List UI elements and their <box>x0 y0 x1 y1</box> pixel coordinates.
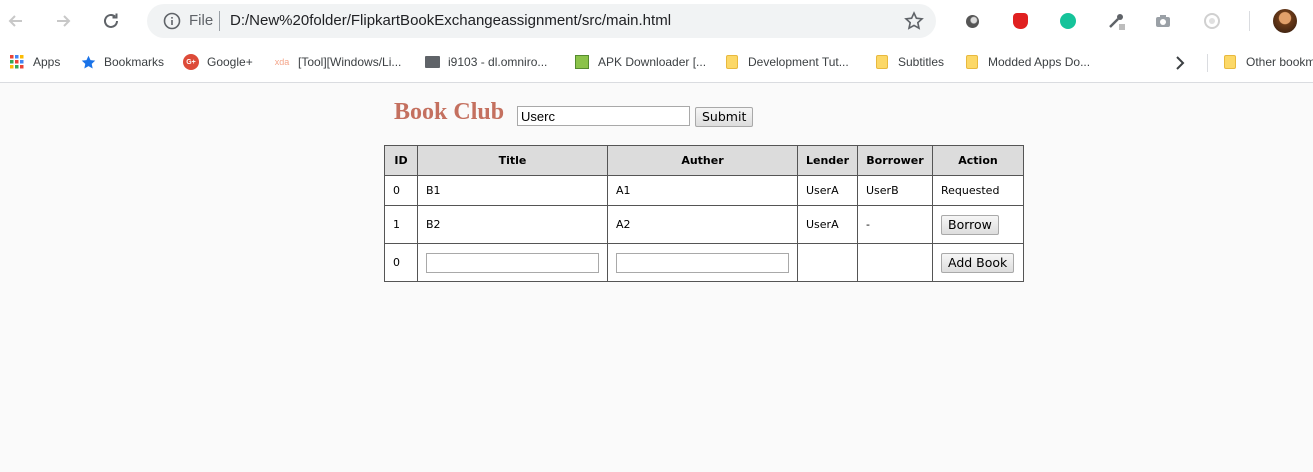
forward-button[interactable] <box>51 9 75 33</box>
xda-icon: xda <box>274 57 290 67</box>
cell-title: B2 <box>417 205 608 244</box>
camera-icon <box>1156 15 1170 27</box>
bookmark-modded-apps[interactable]: Modded Apps Do... <box>964 52 1090 72</box>
circle-extension-icon <box>965 14 979 28</box>
cell-borrower: - <box>857 205 933 244</box>
bookmark-label: Other bookm <box>1246 55 1313 69</box>
browser-toolbar: File D:/New%20folder/FlipkartBookExchang… <box>0 0 1313 42</box>
column-header-id: ID <box>384 145 418 176</box>
bookmark-label: Modded Apps Do... <box>988 55 1091 69</box>
column-header-action: Action <box>932 145 1024 176</box>
arrow-right-icon <box>57 15 71 27</box>
folder-icon <box>964 54 980 70</box>
bookmark-label: Bookmarks <box>104 55 165 69</box>
new-author-input[interactable] <box>616 252 789 273</box>
column-header-borrower: Borrower <box>857 145 933 176</box>
table-row: 0 B1 A1 UserA UserB Requested <box>384 175 1024 206</box>
add-book-row: 0 Add Book <box>384 243 1024 282</box>
bookmarks-bar: Apps Bookmarks G+ Google+ xda [Tool][Win… <box>0 42 1313 83</box>
url-separator <box>219 11 220 31</box>
cell-id: 0 <box>384 175 418 206</box>
profile-avatar[interactable] <box>1273 9 1297 33</box>
bookmark-label: APK Downloader [... <box>598 55 707 69</box>
bookmark-label: Google+ <box>207 55 253 69</box>
bookmark-development-tut[interactable]: Development Tut... <box>724 52 849 72</box>
bookmark-label: Apps <box>33 55 61 69</box>
page-title: Book Club <box>394 99 505 125</box>
bookmark-bookmarks[interactable]: Bookmarks <box>80 52 164 72</box>
column-header-author: Auther <box>607 145 798 176</box>
cell-title-input <box>417 243 608 282</box>
extension-button-3[interactable] <box>1058 11 1078 31</box>
toolbar-separator <box>1249 11 1250 31</box>
eyedropper-icon <box>1109 14 1125 30</box>
reload-icon <box>104 13 118 28</box>
books-table: ID Title Auther Lender Borrower Action 0… <box>384 145 1024 282</box>
table-row: 1 B2 A2 UserA - Borrow <box>384 205 1024 244</box>
bookmark-label: [Tool][Windows/Li... <box>298 55 402 69</box>
borrow-button[interactable]: Borrow <box>941 214 999 235</box>
bookmark-label: Subtitles <box>898 55 945 69</box>
new-title-input[interactable] <box>426 252 599 273</box>
adblock-icon <box>1012 13 1028 29</box>
bookmark-apk-downloader[interactable]: APK Downloader [... <box>574 52 706 72</box>
url-text[interactable]: D:/New%20folder/FlipkartBookExchangeassi… <box>230 12 671 29</box>
page-content: Book Club Submit ID Title Auther Lender … <box>0 83 1313 472</box>
cell-title: B1 <box>417 175 608 206</box>
bookmark-i9103[interactable]: i9103 - dl.omniro... <box>424 52 547 72</box>
table-header-row: ID Title Auther Lender Borrower Action <box>384 145 1024 176</box>
folder-icon <box>874 54 890 70</box>
cell-author-input <box>607 243 798 282</box>
column-header-title: Title <box>417 145 608 176</box>
bookmarks-separator <box>1207 54 1208 72</box>
folder-dark-icon <box>424 54 440 70</box>
cell-lender-empty <box>797 243 858 282</box>
cell-id: 1 <box>384 205 418 244</box>
address-bar[interactable]: File D:/New%20folder/FlipkartBookExchang… <box>147 4 936 38</box>
back-button[interactable] <box>4 9 28 33</box>
extension-button-2[interactable] <box>1010 11 1030 31</box>
cell-action-status: Requested <box>932 175 1024 206</box>
extension-button-5[interactable] <box>1153 11 1173 31</box>
cell-author: A1 <box>607 175 798 206</box>
cell-author: A2 <box>607 205 798 244</box>
cell-borrower-empty <box>857 243 933 282</box>
grammarly-icon <box>1060 13 1076 29</box>
bookmark-other-bookmarks[interactable]: Other bookm <box>1222 52 1313 72</box>
bookmark-label: Development Tut... <box>748 55 849 69</box>
bookmark-xda-tool[interactable]: xda [Tool][Windows/Li... <box>272 52 402 72</box>
apps-grid-icon <box>9 54 25 70</box>
bookmark-google-plus[interactable]: G+ Google+ <box>183 52 253 72</box>
cell-action: Borrow <box>932 205 1024 244</box>
extension-button-6[interactable] <box>1202 11 1222 31</box>
extension-button-4[interactable] <box>1106 11 1126 31</box>
add-book-button[interactable]: Add Book <box>941 252 1015 273</box>
bookmark-apps[interactable]: Apps <box>9 52 60 72</box>
bookmark-label: i9103 - dl.omniro... <box>448 55 548 69</box>
column-header-lender: Lender <box>797 145 858 176</box>
arrow-left-icon <box>8 15 22 27</box>
url-scheme-label: File <box>189 12 214 29</box>
bookmark-subtitles[interactable]: Subtitles <box>874 52 944 72</box>
extension-button-1[interactable] <box>962 11 982 31</box>
cell-lender: UserA <box>797 205 858 244</box>
google-plus-icon: G+ <box>183 54 199 70</box>
apk-downloader-icon <box>574 54 590 70</box>
cell-action: Add Book <box>932 243 1024 282</box>
folder-icon <box>724 54 740 70</box>
user-input[interactable] <box>517 106 690 126</box>
cell-id: 0 <box>384 243 418 282</box>
folder-icon <box>1222 54 1238 70</box>
submit-button[interactable]: Submit <box>695 107 754 127</box>
star-bookmark-icon <box>80 54 96 70</box>
info-icon[interactable] <box>163 12 181 30</box>
spinner-icon <box>1204 13 1220 29</box>
chevron-right-icon[interactable] <box>1171 54 1189 72</box>
bookmark-star-icon[interactable] <box>904 11 924 31</box>
reload-button[interactable] <box>99 9 123 33</box>
cell-borrower: UserB <box>857 175 933 206</box>
cell-lender: UserA <box>797 175 858 206</box>
